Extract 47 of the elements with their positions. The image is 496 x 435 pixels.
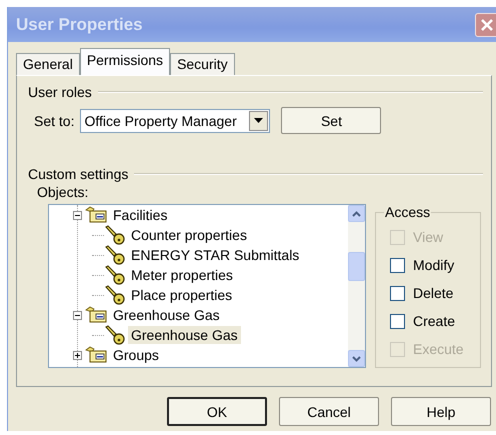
collapse-toggle[interactable] — [73, 210, 82, 220]
dialog-button[interactable]: Help — [391, 397, 491, 426]
section-title: Custom settings — [27, 166, 128, 182]
close-icon — [480, 18, 494, 32]
tree-item[interactable]: Greenhouse Gas — [128, 326, 241, 344]
close-button[interactable] — [475, 12, 496, 36]
section-title: User roles — [27, 84, 92, 100]
dropdown-arrow-icon — [254, 118, 264, 123]
scroll-down-icon — [352, 356, 361, 362]
checkbox[interactable] — [390, 314, 405, 328]
tree-item[interactable]: Counter properties — [128, 226, 250, 244]
tree-item[interactable]: ENERGY STAR Submittals — [128, 246, 302, 264]
dialog-button[interactable]: Cancel — [279, 397, 379, 426]
key-icon — [104, 285, 126, 305]
tab[interactable]: Permissions — [80, 48, 170, 75]
key-icon — [104, 325, 126, 345]
checkbox[interactable] — [390, 258, 405, 272]
key-icon — [104, 245, 126, 265]
set-button[interactable]: Set — [281, 107, 382, 134]
checkbox-label: Delete — [413, 285, 454, 301]
checkbox-label: View — [413, 229, 444, 245]
field-label: Set to: — [34, 112, 74, 128]
scroll-thumb[interactable] — [348, 252, 365, 281]
tab[interactable]: General — [16, 53, 80, 75]
checkbox-label: Execute — [413, 341, 464, 357]
key-icon — [104, 265, 126, 285]
window-title: User Properties — [15, 14, 143, 34]
tab[interactable]: Security — [170, 53, 235, 75]
tree-item[interactable]: Meter properties — [128, 266, 236, 284]
tree-item[interactable]: Place properties — [128, 286, 236, 304]
scroll-bar[interactable] — [348, 205, 365, 367]
checkbox[interactable] — [390, 286, 405, 300]
folder-icon — [84, 346, 108, 364]
scroll-up-icon — [352, 210, 361, 216]
tree-item[interactable]: Greenhouse Gas — [110, 306, 223, 324]
role-dropdown[interactable]: Office Property Manager — [80, 108, 270, 132]
group-title: Access — [384, 204, 432, 220]
key-icon — [104, 225, 126, 245]
dialog-button[interactable]: OK — [167, 397, 267, 426]
folder-icon — [84, 306, 108, 324]
expand-toggle[interactable] — [73, 350, 82, 360]
field-label: Objects: — [37, 184, 90, 200]
tree-item[interactable]: Facilities — [110, 206, 170, 224]
checkbox-label: Create — [413, 313, 456, 329]
collapse-toggle[interactable] — [73, 310, 82, 320]
tree-item[interactable]: Groups — [110, 346, 162, 364]
checkbox-label: Modify — [413, 257, 454, 273]
